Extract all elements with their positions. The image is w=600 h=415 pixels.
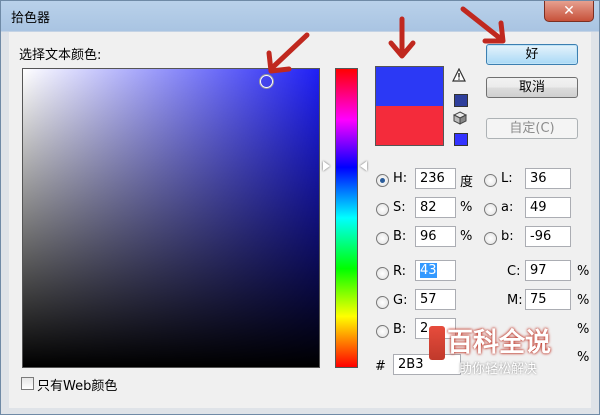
green-label: G:	[393, 293, 408, 308]
picker-label: 选择文本颜色:	[19, 48, 102, 63]
annotation-arrow-swatch	[388, 16, 416, 59]
saturation-label: S:	[393, 200, 406, 215]
red-label: R:	[393, 264, 407, 279]
cyan-input[interactable]: 97	[525, 260, 571, 281]
lab-l-label: L:	[501, 171, 513, 186]
lab-a-radio[interactable]	[484, 203, 497, 216]
saturation-brightness-field[interactable]	[22, 68, 320, 368]
hue-radio[interactable]	[376, 174, 389, 187]
hue-slider-left-marker[interactable]	[323, 161, 330, 172]
saturation-input[interactable]: 82	[415, 197, 456, 218]
current-color-swatch[interactable]	[376, 106, 443, 145]
close-icon: ✕	[563, 3, 575, 19]
warning-triangle-icon[interactable]	[452, 68, 466, 82]
dialog-body: 选择文本颜色: 好 取消 自定(C) H: 236 度 S: 82 % B: 9…	[9, 32, 591, 408]
cyan-label: C:	[507, 264, 521, 279]
color-preview	[375, 66, 444, 146]
magenta-input[interactable]: 75	[525, 289, 571, 310]
lab-a-label: a:	[501, 200, 514, 215]
green-input[interactable]: 57	[415, 289, 456, 310]
watermark-sub-text: 助你轻松解决	[459, 362, 538, 377]
hue-label: H:	[393, 171, 408, 186]
red-radio[interactable]	[376, 267, 389, 280]
saturation-unit: %	[460, 200, 473, 215]
saturation-radio[interactable]	[376, 203, 389, 216]
lab-a-input[interactable]: 49	[525, 197, 571, 218]
lab-b-label: b:	[501, 229, 514, 244]
close-button[interactable]: ✕	[544, 1, 594, 22]
lab-b-radio[interactable]	[484, 232, 497, 245]
magenta-label: M:	[507, 293, 523, 308]
brightness-unit: %	[460, 229, 473, 244]
brightness-input[interactable]: 96	[415, 226, 456, 247]
blue-label: B:	[393, 322, 407, 337]
new-color-swatch	[376, 67, 443, 106]
lab-l-radio[interactable]	[484, 174, 497, 187]
window-title: 拾色器	[11, 11, 51, 26]
web-colors-only-label: 只有Web颜色	[37, 379, 118, 394]
out-of-gamut-swatch[interactable]	[454, 94, 468, 107]
green-radio[interactable]	[376, 296, 389, 309]
red-input[interactable]: 43	[415, 260, 456, 281]
color-picker-dialog: 拾色器 ✕ 选择文本颜色: 好 取消 自定(C) H: 236 度 S: 82 …	[0, 0, 600, 415]
watermark-logo	[429, 326, 445, 360]
web-safe-swatch[interactable]	[454, 133, 468, 146]
watermark: 百科全说 助你轻松解决	[429, 320, 591, 382]
cyan-unit: %	[577, 264, 590, 279]
cancel-button[interactable]: 取消	[486, 77, 578, 98]
hue-slider[interactable]	[335, 68, 358, 368]
web-safe-cube-icon[interactable]	[453, 111, 467, 125]
brightness-radio[interactable]	[376, 232, 389, 245]
watermark-main-text: 百科全说	[447, 328, 552, 358]
web-colors-only-checkbox[interactable]	[21, 377, 34, 390]
annotation-arrow-picker	[266, 32, 310, 74]
custom-colors-button[interactable]: 自定(C)	[486, 118, 578, 139]
hue-unit: 度	[460, 175, 474, 190]
lab-b-input[interactable]: -96	[525, 226, 571, 247]
hue-input[interactable]: 236	[415, 168, 456, 189]
brightness-label: B:	[393, 229, 407, 244]
annotation-arrow-ok	[460, 6, 506, 44]
magenta-unit: %	[577, 293, 590, 308]
hue-slider-right-marker[interactable]	[360, 161, 367, 172]
hex-label: #	[375, 359, 386, 374]
red-input-selected-text: 43	[420, 263, 437, 278]
blue-radio[interactable]	[376, 325, 389, 338]
lab-l-input[interactable]: 36	[525, 168, 571, 189]
